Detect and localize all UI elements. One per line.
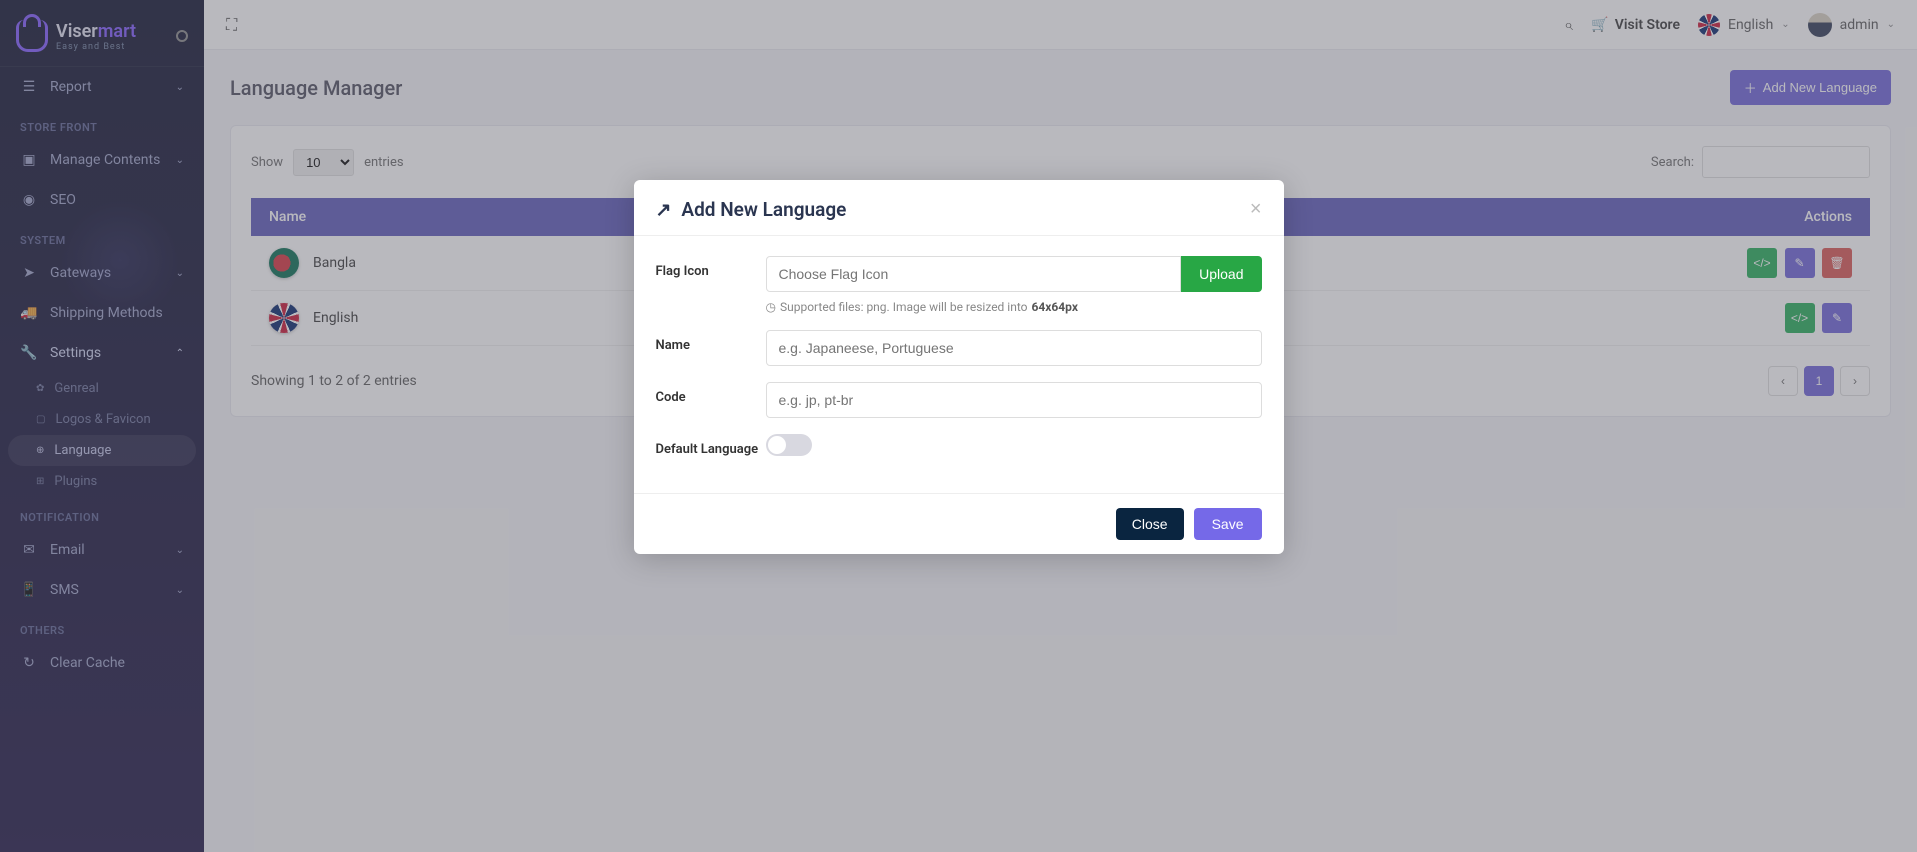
default-language-toggle[interactable]	[766, 434, 812, 456]
code-label: Code	[656, 382, 766, 405]
modal-close-button[interactable]: ×	[1250, 198, 1262, 221]
save-button[interactable]: Save	[1194, 508, 1262, 540]
modal-backdrop[interactable]: ↗ Add New Language × Flag Icon Upload ◷	[0, 0, 1917, 852]
default-language-label: Default Language	[656, 434, 766, 457]
clock-icon: ◷	[766, 300, 776, 314]
name-label: Name	[656, 330, 766, 353]
add-language-modal: ↗ Add New Language × Flag Icon Upload ◷	[634, 180, 1284, 554]
name-input[interactable]	[766, 330, 1262, 366]
flag-icon-input[interactable]	[766, 256, 1182, 292]
upload-button[interactable]: Upload	[1181, 256, 1261, 292]
modal-title: Add New Language	[681, 198, 846, 221]
share-icon: ↗	[656, 198, 672, 221]
code-input[interactable]	[766, 382, 1262, 418]
flag-help-text: ◷ Supported files: png. Image will be re…	[766, 300, 1262, 314]
close-button[interactable]: Close	[1116, 508, 1184, 540]
flag-icon-label: Flag Icon	[656, 256, 766, 279]
